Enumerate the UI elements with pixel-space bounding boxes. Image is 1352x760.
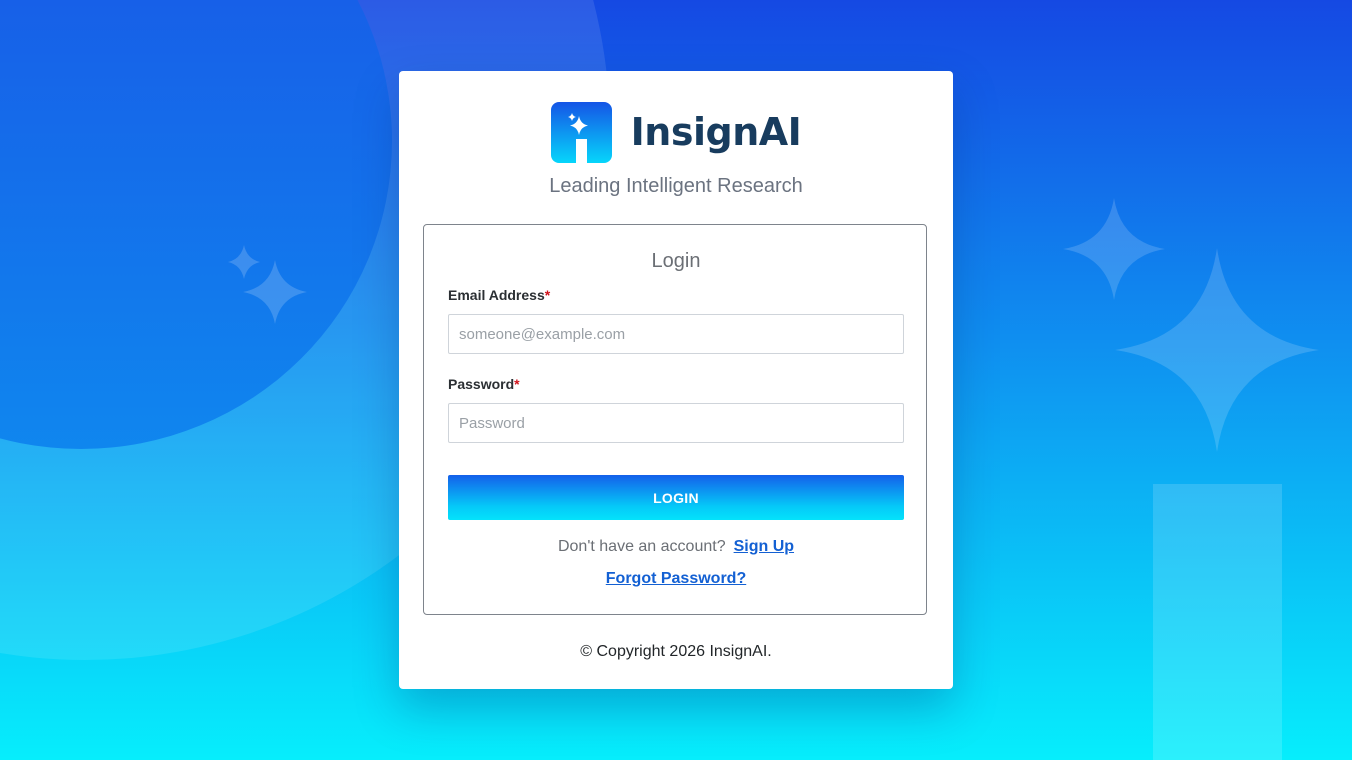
password-label: Password* [448,376,520,392]
email-label: Email Address* [448,287,550,303]
login-button[interactable]: LOGIN [448,475,904,520]
sparkle-upper-right-icon [1063,198,1165,300]
background-bar [1153,484,1282,760]
copyright-text: © Copyright 2026 InsignAI. [580,643,772,660]
brand-name: InsignAI [630,110,802,154]
login-title: Login [651,250,701,272]
login-page: InsignAI Leading Intelligent Research Lo… [0,0,1352,760]
logo-sparkle-icon [550,101,612,163]
forgot-row: Forgot Password? [424,570,928,588]
email-required-mark: * [544,287,551,303]
password-required-mark: * [514,376,520,392]
email-label-text: Email Address [448,287,545,303]
sparkle-large-icon [1115,248,1319,452]
login-card: InsignAI Leading Intelligent Research Lo… [399,71,953,689]
forgot-password-link[interactable]: Forgot Password? [606,570,746,587]
tagline: Leading Intelligent Research [549,175,803,197]
login-form: Login Email Address* Password* LOGIN Don… [423,224,927,615]
password-input[interactable] [448,403,904,443]
signup-row: Don't have an account? Sign Up [424,538,928,556]
signup-prompt: Don't have an account? [557,538,726,555]
password-label-text: Password [448,376,515,392]
email-input[interactable] [448,314,904,354]
signup-link[interactable]: Sign Up [734,538,794,555]
brand-header: InsignAI [399,101,953,163]
